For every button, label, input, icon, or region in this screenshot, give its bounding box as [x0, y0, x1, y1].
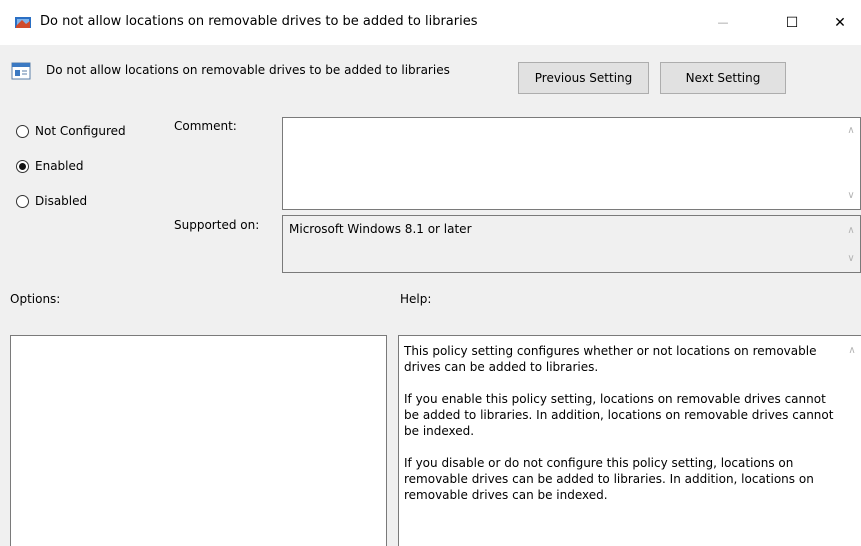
previous-setting-button[interactable]: Previous Setting: [518, 62, 649, 94]
supported-on-label: Supported on:: [174, 218, 260, 232]
help-paragraph: If you enable this policy setting, locat…: [404, 392, 834, 438]
comment-textarea[interactable]: ∧ ∨: [282, 117, 861, 210]
maximize-icon: ☐: [785, 14, 799, 31]
close-button[interactable]: ✕: [817, 0, 861, 45]
radio-enabled-label: Enabled: [35, 159, 84, 173]
radio-not-configured[interactable]: Not Configured: [16, 124, 126, 138]
help-panel: This policy setting configures whether o…: [398, 335, 861, 546]
radio-disabled-label: Disabled: [35, 194, 88, 208]
radio-not-configured-label: Not Configured: [35, 124, 126, 138]
radio-enabled-circle[interactable]: [16, 159, 29, 173]
supported-scroll-up-icon[interactable]: ∧: [846, 226, 856, 236]
comment-scroll-up-icon[interactable]: ∧: [846, 126, 856, 136]
minimize-icon: —: [717, 16, 729, 29]
supported-scroll-down-icon[interactable]: ∨: [846, 254, 856, 264]
options-label: Options:: [10, 292, 61, 306]
help-paragraph: This policy setting configures whether o…: [404, 344, 817, 374]
policy-name: Do not allow locations on removable driv…: [46, 63, 450, 77]
supported-on-field: Microsoft Windows 8.1 or later ∧ ∨: [282, 215, 861, 273]
close-icon: ✕: [834, 14, 846, 31]
help-scroll-up-icon[interactable]: ∧: [847, 346, 857, 356]
radio-disabled-circle[interactable]: [16, 194, 29, 208]
help-paragraph: If you disable or do not configure this …: [404, 456, 814, 502]
radio-enabled[interactable]: Enabled: [16, 159, 84, 173]
radio-not-configured-circle[interactable]: [16, 124, 29, 138]
policy-document-icon: [11, 62, 31, 80]
next-setting-button[interactable]: Next Setting: [660, 62, 786, 94]
comment-scroll-down-icon[interactable]: ∨: [846, 191, 856, 201]
maximize-button[interactable]: ☐: [769, 0, 815, 45]
radio-disabled[interactable]: Disabled: [16, 194, 87, 208]
window-title: Do not allow locations on removable driv…: [40, 14, 478, 29]
minimize-button[interactable]: —: [700, 0, 746, 45]
title-bar: Do not allow locations on removable driv…: [0, 0, 861, 45]
options-panel: [10, 335, 387, 546]
supported-on-value: Microsoft Windows 8.1 or later: [289, 222, 472, 236]
comment-label: Comment:: [174, 119, 237, 133]
help-label: Help:: [400, 292, 432, 306]
help-text: This policy setting configures whether o…: [404, 343, 841, 519]
policy-editor-window: Do not allow locations on removable driv…: [0, 0, 861, 546]
policy-setting-icon: [15, 17, 31, 28]
